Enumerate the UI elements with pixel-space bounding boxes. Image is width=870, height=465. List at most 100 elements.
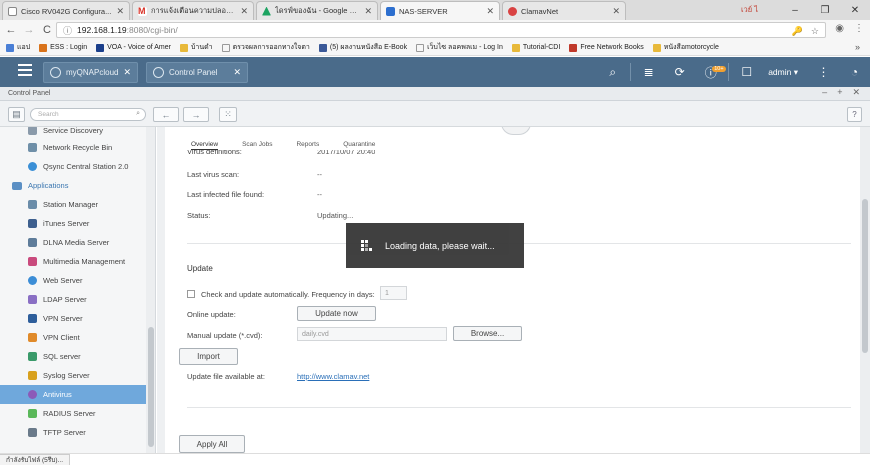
- dashboard-icon[interactable]: ◔: [839, 65, 870, 79]
- info-icon[interactable]: ⓘ: [63, 24, 72, 37]
- tab-quarantine[interactable]: Quarantine: [343, 141, 375, 150]
- tab-scan-jobs[interactable]: Scan Jobs: [242, 141, 272, 150]
- sidebar-item-vpn-client[interactable]: VPN Client: [0, 328, 146, 347]
- sidebar-item-web-server[interactable]: Web Server: [0, 271, 146, 290]
- bookmark-page[interactable]: ตรวจผลการออกทางใจตา: [221, 42, 310, 53]
- search-input[interactable]: Search ⌕: [30, 108, 146, 121]
- sidebar-item-qsync[interactable]: Qsync Central Station 2.0: [0, 157, 146, 176]
- browser-tab-nas-server[interactable]: NAS-SERVER ✕: [380, 1, 500, 20]
- tab-overview[interactable]: Overview: [191, 141, 219, 150]
- close-window-icon[interactable]: ✕: [840, 5, 870, 16]
- loading-text: Loading data, please wait...: [385, 240, 495, 251]
- sidebar-item-multimedia-management[interactable]: Multimedia Management: [0, 252, 146, 271]
- sync-icon[interactable]: ⟳: [664, 65, 695, 79]
- sidebar-item-network-recycle-bin[interactable]: Network Recycle Bin: [0, 138, 146, 157]
- sidebar-item-syslog-server[interactable]: Syslog Server: [0, 366, 146, 385]
- bookmark-tutorial[interactable]: Tutorial-CDI: [511, 43, 560, 52]
- sidebar-item-dlna-media-server[interactable]: DLNA Media Server: [0, 233, 146, 252]
- maximize-icon[interactable]: +: [837, 87, 842, 98]
- sidebar-item-itunes-server[interactable]: iTunes Server: [0, 214, 146, 233]
- task-stack-icon[interactable]: ≣: [633, 65, 664, 79]
- database-icon: [28, 352, 37, 361]
- forward-icon[interactable]: →: [22, 24, 36, 36]
- browser-status-bar: กำลังรับไฟล์ (5รึบ)...: [0, 453, 870, 465]
- close-icon[interactable]: ✕: [486, 6, 494, 17]
- sidebar-toggle-button[interactable]: ▤: [8, 107, 25, 122]
- frequency-input[interactable]: 1: [380, 286, 407, 300]
- reload-icon[interactable]: C: [40, 24, 54, 36]
- sidebar-item-vpn-server[interactable]: VPN Server: [0, 309, 146, 328]
- help-button[interactable]: ?: [847, 107, 862, 122]
- main-scrollbar[interactable]: [860, 127, 870, 453]
- sidebar-item-sql-server[interactable]: SQL server: [0, 347, 146, 366]
- bookmark-voa[interactable]: VOA - Voice of Amer: [96, 43, 171, 52]
- url-path: :8080/cgi-bin/: [126, 25, 178, 35]
- sidebar-group-applications[interactable]: Applications: [0, 176, 146, 195]
- import-button[interactable]: Import: [179, 348, 238, 365]
- back-icon[interactable]: ←: [4, 24, 18, 36]
- browse-button[interactable]: Browse...: [453, 326, 522, 341]
- browser-tab-cisco[interactable]: Cisco RV042G Configura... ✕: [2, 1, 130, 20]
- tab-myqnapcloud[interactable]: myQNAPcloud ✕: [43, 62, 138, 83]
- sidebar-item-tftp-server[interactable]: TFTP Server: [0, 423, 146, 442]
- close-icon[interactable]: ✕: [612, 6, 620, 17]
- clamav-link[interactable]: http://www.clamav.net: [297, 372, 369, 381]
- forward-button[interactable]: →: [183, 107, 209, 122]
- control-panel-titlebar: Control Panel – + ✕: [0, 87, 870, 101]
- key-icon[interactable]: 🔑: [792, 26, 803, 37]
- folder-icon: [652, 43, 661, 52]
- browser-tab-clamavnet[interactable]: ClamavNet ✕: [502, 1, 626, 20]
- sidebar-item-antivirus[interactable]: Antivirus: [0, 385, 146, 404]
- bookmark-login[interactable]: เว็บไซ ลอคพลเม - Log In: [416, 42, 503, 53]
- sidebar-item-radius-server[interactable]: RADIUS Server: [0, 404, 146, 423]
- sidebar-item-station-manager[interactable]: Station Manager: [0, 195, 146, 214]
- scroll-thumb[interactable]: [148, 327, 154, 447]
- update-now-button[interactable]: Update now: [297, 306, 376, 321]
- close-icon[interactable]: ✕: [240, 6, 248, 17]
- apply-all-button[interactable]: Apply All: [179, 435, 245, 453]
- main-menu-icon[interactable]: [18, 64, 32, 78]
- minimize-icon[interactable]: –: [780, 5, 810, 16]
- status-text: กำลังรับไฟล์ (5รึบ)...: [0, 454, 70, 465]
- star-icon[interactable]: ☆: [811, 26, 819, 37]
- user-icon[interactable]: ☐: [731, 65, 762, 79]
- sidebar-scrollbar[interactable]: [146, 127, 155, 453]
- auto-update-checkbox[interactable]: [187, 290, 195, 298]
- bookmark-apps[interactable]: แอป: [6, 42, 30, 53]
- sidebar-item-ldap-server[interactable]: LDAP Server: [0, 290, 146, 309]
- search-icon[interactable]: ⌕: [597, 65, 628, 80]
- more-bookmarks-icon[interactable]: »: [855, 42, 860, 52]
- close-icon[interactable]: ✕: [852, 87, 860, 98]
- bookmark-motorcycle[interactable]: หนังสือmotorcycle: [652, 42, 719, 53]
- close-icon[interactable]: ✕: [116, 6, 124, 17]
- tab-reports[interactable]: Reports: [296, 141, 319, 150]
- tab-label: ไดรฟ์ของฉัน - Google ไดรฟ์: [275, 6, 361, 15]
- browser-tab-gmail[interactable]: M การแจ้งเตือนความปลอดภัย - ✕: [132, 1, 254, 20]
- user-menu[interactable]: admin ▾: [768, 67, 798, 78]
- scroll-thumb[interactable]: [862, 199, 868, 353]
- home-grid-button[interactable]: ⁙: [219, 107, 237, 122]
- extension-icon[interactable]: ◉: [835, 23, 844, 34]
- notification-icon[interactable]: ⓘ 10+: [695, 64, 726, 81]
- drive-icon: [262, 6, 271, 16]
- close-icon[interactable]: ✕: [364, 6, 372, 17]
- loading-dialog: Loading data, please wait...: [346, 223, 524, 268]
- manual-update-file-input[interactable]: daily.cvd: [297, 327, 447, 341]
- bookmark-ess[interactable]: ESS : Login: [39, 43, 87, 52]
- syslog-icon: [28, 371, 37, 380]
- minimize-icon[interactable]: –: [822, 87, 827, 98]
- menu-icon[interactable]: ⋮: [854, 23, 864, 34]
- restore-icon[interactable]: ❐: [810, 5, 840, 16]
- back-button[interactable]: ←: [153, 107, 179, 122]
- browser-tab-drive[interactable]: ไดรฟ์ของฉัน - Google ไดรฟ์ ✕: [256, 1, 378, 20]
- bookmark-folder[interactable]: บ้านดำ: [179, 42, 213, 53]
- close-icon[interactable]: ✕: [233, 67, 241, 78]
- chevron-down-icon[interactable]: ﹀: [501, 127, 531, 135]
- close-icon[interactable]: ✕: [123, 67, 131, 78]
- bookmark-facebook[interactable]: (5) ผลงานหนังสือ E-Book: [318, 42, 407, 53]
- url-input[interactable]: ⓘ 192.168.1.19 :8080/cgi-bin/ 🔑 ☆: [56, 22, 826, 38]
- profile-name[interactable]: เวย์ ไ: [741, 4, 758, 16]
- more-icon[interactable]: ⋮: [808, 65, 839, 79]
- bookmark-network-books[interactable]: Free Network Books: [569, 43, 644, 52]
- tab-control-panel[interactable]: Control Panel ✕: [146, 62, 248, 83]
